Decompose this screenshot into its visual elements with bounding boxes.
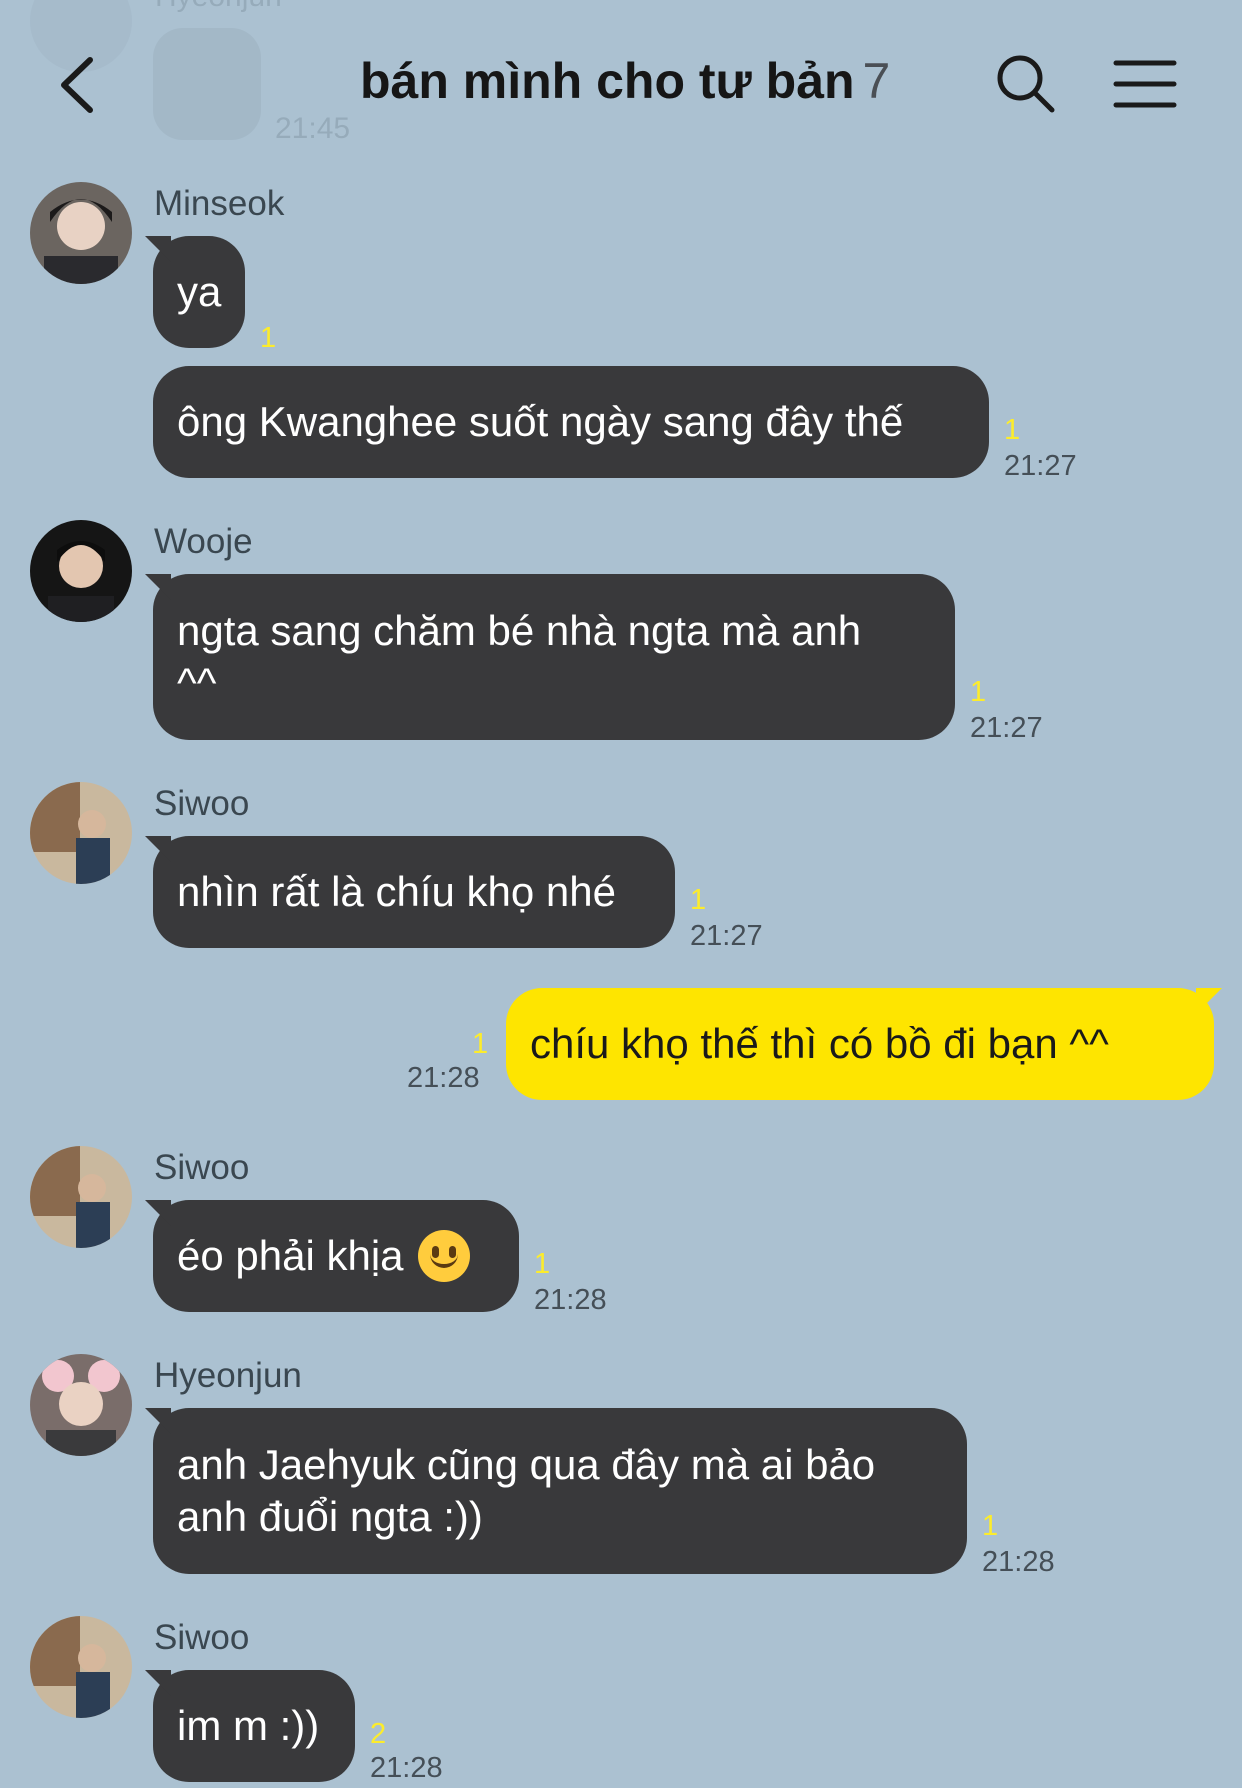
chat-room-name: bán mình cho tư bản bbox=[360, 53, 855, 109]
avatar-wooje[interactable] bbox=[30, 520, 132, 622]
message-bubble[interactable]: ngta sang chăm bé nhà ngta mà anh ^^ bbox=[145, 574, 955, 740]
my-message-bubble[interactable]: chíu khọ thế thì có bồ đi bạn ^^ bbox=[506, 988, 1222, 1100]
message-time: 21:27 bbox=[690, 920, 763, 952]
user-photo-icon bbox=[30, 520, 132, 622]
user-photo-icon bbox=[30, 1354, 132, 1456]
message-bubble[interactable]: ông Kwanghee suốt ngày sang đây thế bbox=[153, 366, 989, 478]
member-count: 7 bbox=[862, 53, 891, 109]
user-photo-icon bbox=[30, 182, 132, 284]
unread-count: 1 bbox=[472, 1028, 489, 1060]
user-photo-icon bbox=[30, 782, 132, 884]
chat-header: Hyeonjun 21:45 bán mình cho tư bản7 bbox=[0, 0, 1242, 170]
back-button[interactable] bbox=[54, 50, 114, 120]
slightly-smiling-face-emoji bbox=[417, 1230, 470, 1282]
unread-count: 1 bbox=[260, 322, 277, 354]
message-time: 21:27 bbox=[970, 712, 1043, 744]
sender-name: Hyeonjun bbox=[154, 1356, 302, 1395]
chat-room-title: bán mình cho tư bản 7 bbox=[360, 52, 890, 110]
message-time: 21:28 bbox=[982, 1546, 1055, 1578]
message-time: 21:28 bbox=[370, 1752, 443, 1784]
message-text: chíu khọ thế thì có bồ đi bạn ^^ bbox=[530, 1020, 1109, 1067]
faded-message-time: 21:45 bbox=[275, 112, 351, 145]
message-text: ya bbox=[177, 268, 222, 315]
unread-count: 1 bbox=[1004, 414, 1021, 446]
sender-name: Wooje bbox=[154, 522, 253, 561]
message-bubble[interactable]: ya bbox=[145, 236, 245, 348]
message-text: nhìn rất là chíu khọ nhé bbox=[177, 868, 616, 915]
message-time: 21:28 bbox=[534, 1284, 607, 1316]
faded-sender-name: Hyeonjun bbox=[155, 0, 282, 14]
message-text: im m :)) bbox=[177, 1702, 320, 1749]
sender-name: Siwoo bbox=[154, 1148, 250, 1187]
unread-count: 1 bbox=[982, 1510, 999, 1542]
search-button[interactable] bbox=[994, 52, 1058, 116]
message-bubble[interactable]: im m :)) bbox=[145, 1670, 355, 1782]
message-text: anh Jaehyuk cũng qua đây mà ai bảo anh đ… bbox=[177, 1441, 876, 1540]
avatar-siwoo[interactable] bbox=[30, 782, 132, 884]
search-icon bbox=[997, 55, 1055, 113]
message-text: ông Kwanghee suốt ngày sang đây thế bbox=[177, 398, 904, 445]
avatar-minseok[interactable] bbox=[30, 182, 132, 284]
message-bubble[interactable]: anh Jaehyuk cũng qua đây mà ai bảo anh đ… bbox=[145, 1408, 967, 1574]
chevron-left-icon bbox=[61, 57, 93, 113]
hamburger-menu-icon bbox=[1113, 60, 1177, 108]
avatar-siwoo[interactable] bbox=[30, 1616, 132, 1718]
user-photo-icon bbox=[30, 1146, 132, 1248]
message-text: éo phải khịa bbox=[177, 1232, 404, 1279]
user-photo-icon bbox=[30, 1616, 132, 1718]
message-time: 21:27 bbox=[1004, 450, 1077, 482]
menu-button[interactable] bbox=[1112, 58, 1178, 110]
message-text: ngta sang chăm bé nhà ngta mà anh ^^ bbox=[177, 607, 862, 706]
unread-count: 1 bbox=[970, 676, 987, 708]
message-bubble[interactable]: nhìn rất là chíu khọ nhé bbox=[145, 836, 675, 948]
unread-count: 2 bbox=[370, 1718, 387, 1750]
message-bubble[interactable]: éo phải khịa bbox=[145, 1200, 519, 1312]
avatar-hyeonjun[interactable] bbox=[30, 1354, 132, 1456]
avatar-siwoo[interactable] bbox=[30, 1146, 132, 1248]
sender-name: Siwoo bbox=[154, 784, 250, 823]
faded-message-bubble bbox=[153, 28, 261, 140]
sender-name: Minseok bbox=[154, 184, 285, 223]
unread-count: 1 bbox=[690, 884, 707, 916]
message-time: 21:28 bbox=[407, 1062, 480, 1094]
unread-count: 1 bbox=[534, 1248, 551, 1280]
sender-name: Siwoo bbox=[154, 1618, 250, 1657]
